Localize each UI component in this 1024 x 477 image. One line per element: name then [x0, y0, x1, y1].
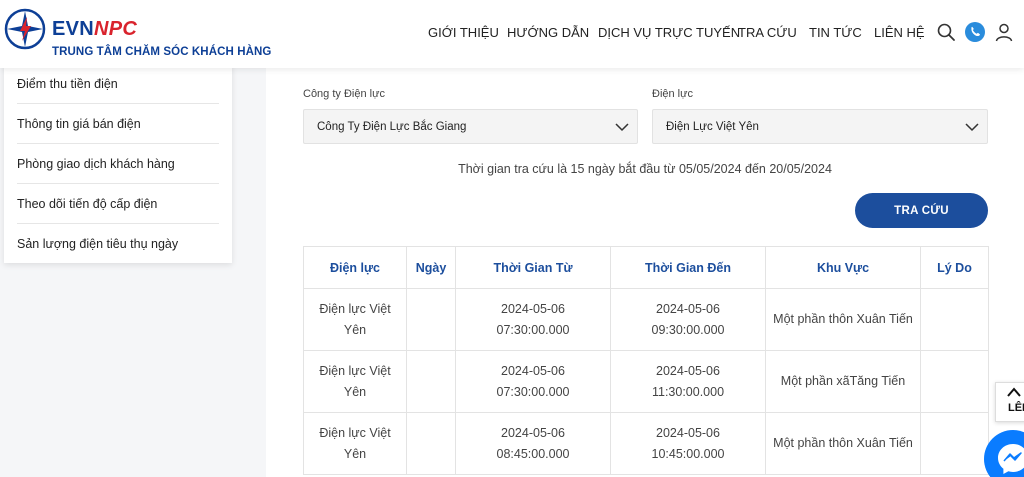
- cell-text: 2024-05-06: [656, 425, 720, 440]
- brand-npc: NPC: [94, 18, 138, 40]
- back-to-top-button[interactable]: LÊN: [995, 382, 1024, 422]
- sidebar-item-san-luong-dien[interactable]: Sản lượng điện tiêu thụ ngày: [17, 224, 219, 264]
- chevron-up-icon: [1007, 387, 1021, 397]
- chevron-down-icon: [965, 123, 979, 132]
- cell-dien-luc: Điện lực Việt Yên: [303, 350, 407, 413]
- cell-thoi-gian-den: 2024-05-06 11:30:00.000: [610, 350, 766, 413]
- brand-name[interactable]: EVNNPC: [52, 19, 137, 39]
- cell-khu-vuc: Một phần thôn Xuân Tiến: [765, 412, 921, 475]
- nav-gioi-thieu[interactable]: GIỚI THIỆU: [428, 25, 499, 40]
- cell-thoi-gian-tu: 2024-05-06 07:30:00.000: [455, 288, 611, 351]
- cell-dien-luc: Điện lực Việt Yên: [303, 412, 407, 475]
- nav-dich-vu-truc-tuyen[interactable]: DỊCH VỤ TRỰC TUYẾN: [598, 25, 740, 40]
- sidebar-item-tien-do-cap-dien[interactable]: Theo dõi tiến độ cấp điện: [17, 184, 219, 224]
- company-label: Công ty Điện lực: [303, 88, 385, 100]
- cell-dien-luc: Điện lực Việt Yên: [303, 288, 407, 351]
- main-content: Công ty Điện lực Công Ty Điện Lực Bắc Gi…: [266, 68, 1024, 477]
- phone-icon[interactable]: [965, 22, 985, 42]
- back-to-top-label: LÊN: [1008, 402, 1024, 414]
- cell-ngay: [406, 350, 456, 413]
- cell-text: Điện lực Việt: [319, 425, 391, 440]
- cell-text: Điện lực Việt: [319, 363, 391, 378]
- cell-ly-do: [920, 350, 989, 413]
- cell-text: 2024-05-06: [501, 425, 565, 440]
- cell-ly-do: [920, 288, 989, 351]
- nav-tin-tuc[interactable]: TIN TỨC: [809, 25, 862, 40]
- cell-khu-vuc: Một phần xãTăng Tiến: [765, 350, 921, 413]
- cell-thoi-gian-den: 2024-05-06 10:45:00.000: [610, 412, 766, 475]
- table-row: Điện lực Việt Yên 2024-05-06 08:45:00.000 …: [303, 412, 989, 475]
- cell-thoi-gian-tu: 2024-05-06 08:45:00.000: [455, 412, 611, 475]
- messenger-icon: [998, 444, 1024, 474]
- nav-lien-he[interactable]: LIÊN HỆ: [874, 25, 925, 40]
- brand-evn: EVN: [52, 18, 95, 40]
- cell-text: 11:30:00.000: [651, 384, 725, 399]
- cell-text: 2024-05-06: [501, 301, 565, 316]
- branch-select[interactable]: Điện Lực Việt Yên: [652, 109, 988, 144]
- brand-subtitle: TRUNG TÂM CHĂM SÓC KHÁCH HÀNG: [52, 46, 272, 58]
- cell-ngay: [406, 288, 456, 351]
- branch-select-value: Điện Lực Việt Yên: [666, 120, 759, 133]
- cell-khu-vuc: Một phần thôn Xuân Tiến: [765, 288, 921, 351]
- sidebar-item-diem-thu-tien-dien[interactable]: Điểm thu tiền điện: [17, 64, 219, 104]
- sidebar-item-thong-tin-gia-ban-dien[interactable]: Thông tin giá bán điện: [17, 104, 219, 144]
- sidebar-item-phong-giao-dich[interactable]: Phòng giao dịch khách hàng: [17, 144, 219, 184]
- cell-text: 08:45:00.000: [496, 446, 570, 461]
- cell-text: 10:45:00.000: [651, 446, 725, 461]
- cell-thoi-gian-den: 2024-05-06 09:30:00.000: [610, 288, 766, 351]
- site-header: EVNNPC TRUNG TÂM CHĂM SÓC KHÁCH HÀNG GIỚ…: [0, 0, 1024, 68]
- branch-label: Điện lực: [652, 88, 693, 100]
- chevron-down-icon: [615, 123, 629, 132]
- lookup-period-text: Thời gian tra cứu là 15 ngày bắt đầu từ …: [458, 162, 832, 176]
- cell-text: 2024-05-06: [501, 363, 565, 378]
- evn-logo-icon[interactable]: [4, 8, 46, 50]
- cell-text: 2024-05-06: [656, 301, 720, 316]
- cell-text: 2024-05-06: [656, 363, 720, 378]
- cell-text: Yên: [343, 384, 367, 399]
- cell-text: Điện lực Việt: [319, 301, 391, 316]
- search-button[interactable]: TRA CỨU: [855, 193, 988, 228]
- cell-text: 09:30:00.000: [651, 322, 725, 337]
- cell-text: Yên: [343, 322, 367, 337]
- user-icon[interactable]: [994, 22, 1014, 42]
- col-thoi-gian-den: Thời Gian Đến: [610, 246, 766, 289]
- company-select-value: Công Ty Điện Lực Bắc Giang: [317, 120, 467, 133]
- nav-tra-cuu[interactable]: TRA CỨU: [738, 25, 797, 40]
- col-ngay: Ngày: [406, 246, 456, 289]
- cell-text: 07:30:00.000: [496, 322, 570, 337]
- col-dien-luc: Điện lực: [303, 246, 407, 289]
- cell-text: Yên: [343, 446, 367, 461]
- outage-table: Điện lực Ngày Thời Gian Từ Thời Gian Đến…: [303, 246, 989, 475]
- table-header-row: Điện lực Ngày Thời Gian Từ Thời Gian Đến…: [303, 246, 989, 289]
- table-row: Điện lực Việt Yên 2024-05-06 07:30:00.000 …: [303, 288, 989, 351]
- sidebar-menu: Điểm thu tiền điện Thông tin giá bán điệ…: [4, 64, 232, 263]
- cell-thoi-gian-tu: 2024-05-06 07:30:00.000: [455, 350, 611, 413]
- cell-ngay: [406, 412, 456, 475]
- table-row: Điện lực Việt Yên 2024-05-06 07:30:00.000 …: [303, 350, 989, 413]
- col-khu-vuc: Khu Vực: [765, 246, 921, 289]
- search-icon[interactable]: [936, 22, 956, 42]
- company-select[interactable]: Công Ty Điện Lực Bắc Giang: [303, 109, 638, 144]
- cell-text: 07:30:00.000: [496, 384, 570, 399]
- nav-huong-dan[interactable]: HƯỚNG DẪN: [507, 25, 589, 40]
- col-ly-do: Lý Do: [920, 246, 989, 289]
- col-thoi-gian-tu: Thời Gian Từ: [455, 246, 611, 289]
- cell-ly-do: [920, 412, 989, 475]
